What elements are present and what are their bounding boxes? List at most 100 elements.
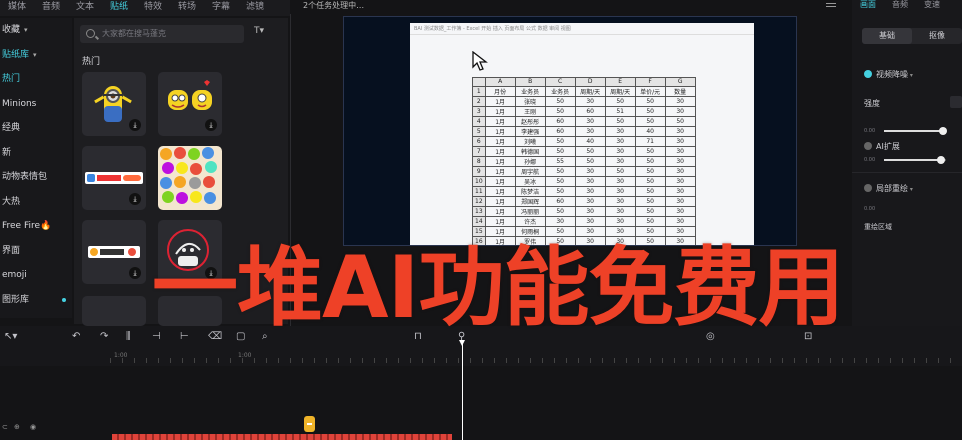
- table-cell: 60: [574, 105, 606, 117]
- row-number: 5: [472, 125, 486, 137]
- category-item[interactable]: emoji: [0, 263, 72, 288]
- table-cell: 业务员: [544, 85, 576, 97]
- spreadsheet-table: A B C D E F G 1 月份 业务员 业务员 周期/天 周期/天 单价/元 数量 2 1月 张晓 50 30 5…: [472, 77, 696, 245]
- ruler-tick: [386, 358, 387, 363]
- category-item[interactable]: 热门: [0, 67, 72, 92]
- download-icon[interactable]: ⤓: [129, 267, 141, 279]
- top-tab-4[interactable]: 特效: [136, 0, 170, 16]
- properties-subtab-1[interactable]: 抠像: [912, 28, 962, 44]
- ruler-tick: [698, 358, 699, 363]
- strength-slider-knob[interactable]: [938, 127, 947, 135]
- ruler-tick: [686, 358, 687, 363]
- table-cell: 30: [604, 145, 636, 157]
- player-header: [290, 0, 852, 14]
- category-item[interactable]: 贴纸库 ▾: [0, 43, 72, 68]
- track-visibility-icon[interactable]: ◉: [30, 423, 36, 431]
- row-number: 9: [472, 165, 486, 177]
- table-cell: 30: [604, 215, 636, 227]
- table-cell: 单价/元: [634, 85, 666, 97]
- split-icon[interactable]: ⫼: [126, 331, 131, 343]
- timeline-ruler[interactable]: 1:00 1:00: [0, 348, 962, 366]
- ai-expand-slider[interactable]: [884, 156, 946, 164]
- category-label: 收藏: [2, 25, 21, 35]
- table-cell: 30: [604, 185, 636, 197]
- sticker-tile-minion-pair[interactable]: ⤓: [158, 72, 222, 136]
- table-cell: 1月: [484, 135, 516, 147]
- ruler-tick: [890, 358, 891, 363]
- top-tab-3[interactable]: 贴纸: [102, 0, 136, 16]
- sticker-tile-emoji-banner[interactable]: ⤓: [82, 220, 146, 284]
- sticker-search-input[interactable]: 大家都在搜马蓬克: [80, 25, 244, 43]
- category-item[interactable]: 大热: [0, 190, 72, 215]
- category-item[interactable]: 新: [0, 141, 72, 166]
- table-cell: 30: [574, 175, 606, 187]
- undo-icon[interactable]: ↶: [72, 331, 80, 343]
- top-tab-2[interactable]: 文本: [68, 0, 102, 16]
- strength-slider[interactable]: [884, 127, 947, 135]
- sticker-tile-emoji-collage[interactable]: [158, 146, 222, 210]
- table-cell: 30: [604, 205, 636, 217]
- filter-button[interactable]: T▾: [254, 26, 264, 36]
- playhead[interactable]: [459, 340, 465, 440]
- top-tab-7[interactable]: 滤镜: [238, 0, 272, 16]
- sheet-column-header-row: ABCDEFG: [472, 77, 696, 87]
- category-label: 动物表情包: [2, 172, 48, 182]
- category-item[interactable]: Minions: [0, 92, 72, 117]
- top-tab-0[interactable]: 媒体: [0, 0, 34, 16]
- table-cell: 王刚: [514, 105, 546, 117]
- ruler-time-label: 1:00: [114, 352, 128, 359]
- table-row: 8 1月 孙娜 55 50 30 50 30: [472, 155, 696, 167]
- category-item[interactable]: 动物表情包: [0, 165, 72, 190]
- ai-expand-slider-knob[interactable]: [937, 156, 946, 164]
- cursor-select-icon[interactable]: ↖▾: [4, 331, 17, 343]
- mouse-pointer-icon: [472, 51, 488, 71]
- download-icon[interactable]: ⤓: [129, 193, 141, 205]
- sticker-tile-minion[interactable]: ⤓: [82, 72, 146, 136]
- category-item[interactable]: Free Fire🔥: [0, 214, 72, 239]
- table-cell: 50: [544, 225, 576, 237]
- top-tab-5[interactable]: 转场: [170, 0, 204, 16]
- ruler-tick: [794, 358, 795, 363]
- keyframe-icon[interactable]: [950, 96, 962, 108]
- table-cell: 60: [544, 115, 576, 127]
- download-icon[interactable]: ⤓: [129, 119, 141, 131]
- category-item[interactable]: 收藏 ▾: [0, 18, 72, 43]
- ruler-tick: [266, 358, 267, 363]
- ruler-tick: [230, 358, 231, 363]
- table-cell: 30: [574, 165, 606, 177]
- properties-tab-1[interactable]: 音频: [884, 0, 916, 12]
- category-item[interactable]: 图形库: [0, 288, 72, 313]
- track-cover-icon[interactable]: ⊂: [2, 423, 8, 431]
- timeline-marker[interactable]: [304, 416, 315, 432]
- row-number: 6: [472, 135, 486, 147]
- ai-expand-toggle[interactable]: [864, 142, 872, 150]
- local-redraw-toggle[interactable]: [864, 184, 872, 192]
- video-preview[interactable]: BAI 测试数据_工作簿 - Excel 开始 插入 页面布局 公式 数据 审阅…: [343, 16, 797, 246]
- top-tab-1[interactable]: 音频: [34, 0, 68, 16]
- audio-clip[interactable]: [112, 434, 452, 440]
- table-cell: 30: [604, 195, 636, 207]
- download-icon[interactable]: ⤓: [205, 119, 217, 131]
- table-cell: 周宇航: [514, 165, 546, 177]
- table-cell: 业务员: [514, 85, 546, 97]
- sticker-tile-banner[interactable]: ⤓: [82, 146, 146, 210]
- ruler-tick: [158, 358, 159, 363]
- track-lock-icon[interactable]: ⊕: [14, 423, 20, 431]
- video-denoise-toggle[interactable]: [864, 70, 872, 78]
- top-tab-6[interactable]: 字幕: [204, 0, 238, 16]
- menu-icon[interactable]: [826, 3, 836, 4]
- table-cell: 孙娜: [514, 155, 546, 167]
- sticker-tile-partial[interactable]: [82, 296, 146, 326]
- redo-icon[interactable]: ↷: [100, 331, 108, 343]
- timeline-tracks[interactable]: [0, 366, 962, 440]
- table-row: 11 1月 陈梦洁 50 30 30 50 30: [472, 185, 696, 197]
- properties-tab-0[interactable]: 画面: [852, 0, 884, 12]
- category-item[interactable]: 经典: [0, 116, 72, 141]
- row-number: 11: [472, 185, 486, 197]
- category-label: 新: [2, 147, 12, 158]
- properties-subtab-0[interactable]: 基础: [862, 28, 912, 44]
- properties-tab-2[interactable]: 变速: [916, 0, 948, 12]
- table-cell: 数量: [664, 85, 696, 97]
- strength-slider-fill: [884, 130, 943, 132]
- category-item[interactable]: 界面: [0, 239, 72, 264]
